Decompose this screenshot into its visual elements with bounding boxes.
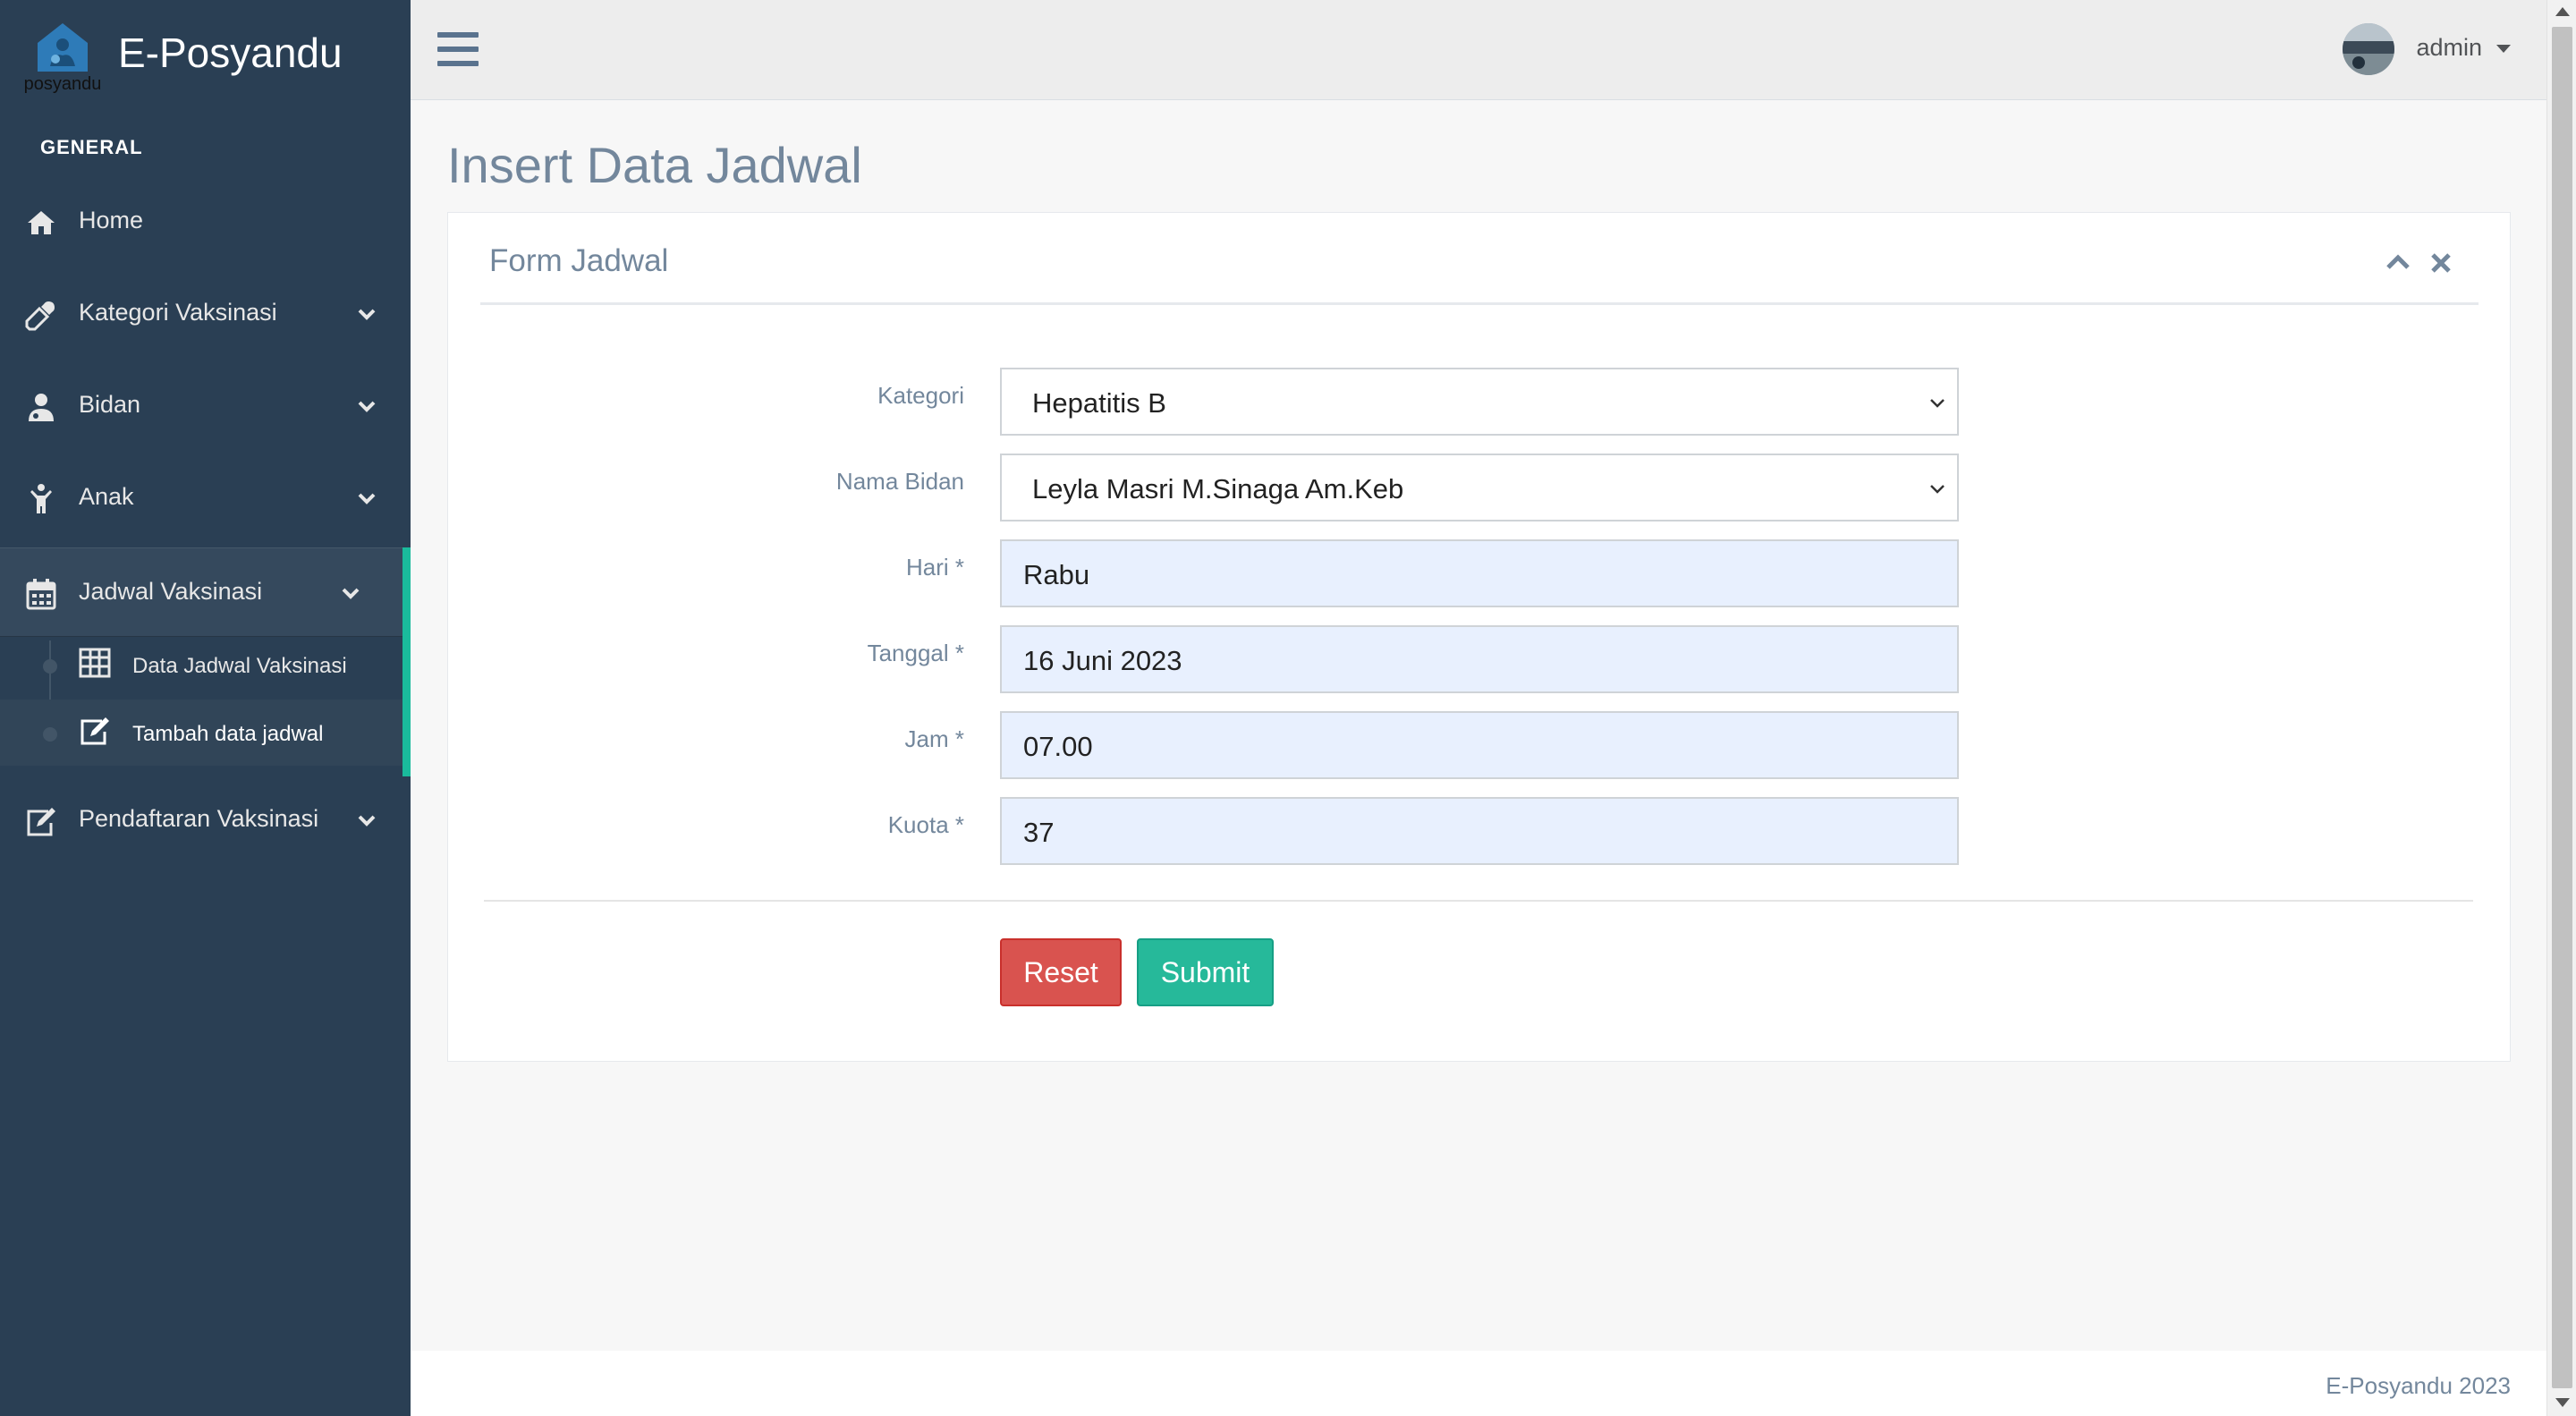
chevron-down-icon bbox=[358, 815, 376, 827]
eyedropper-icon bbox=[25, 301, 55, 331]
form-row-kuota: Kuota * 37 bbox=[448, 797, 2512, 865]
kategori-label: Kategori bbox=[877, 382, 964, 409]
tanggal-input[interactable]: 16 Juni 2023 bbox=[1000, 625, 1959, 693]
sidebar-item-jadwal-vaksinasi[interactable]: Jadwal Vaksinasi bbox=[0, 547, 411, 637]
edit-icon bbox=[80, 717, 109, 745]
hari-input-value: Rabu bbox=[1023, 559, 1090, 590]
sidebar-item-pendaftaran-vaksinasi[interactable]: Pendaftaran Vaksinasi bbox=[0, 775, 411, 864]
hari-input[interactable]: Rabu bbox=[1000, 539, 1959, 607]
brand-title[interactable]: E-Posyandu bbox=[118, 29, 343, 77]
submenu-item-data-jadwal-vaksinasi[interactable]: Data Jadwal Vaksinasi bbox=[0, 632, 402, 698]
chevron-down-icon bbox=[1930, 485, 1945, 494]
caret-down-icon bbox=[2496, 45, 2511, 53]
chevron-down-icon bbox=[358, 493, 376, 505]
kuota-input[interactable]: 37 bbox=[1000, 797, 1959, 865]
submenu-item-label: Tambah data jadwal bbox=[132, 722, 324, 746]
submit-button[interactable]: Submit bbox=[1137, 938, 1274, 1006]
nama-bidan-selected-value: Leyla Masri M.Sinaga Am.Keb bbox=[1032, 473, 1404, 505]
form-row-hari: Hari * Rabu bbox=[448, 539, 2512, 607]
sidebar-item-kategori-vaksinasi[interactable]: Kategori Vaksinasi bbox=[0, 268, 411, 358]
form-row-tanggal: Tanggal * 16 Juni 2023 bbox=[448, 625, 2512, 693]
submenu-jadwal-vaksinasi: Data Jadwal Vaksinasi Tambah data jadwal bbox=[0, 632, 411, 776]
sidebar: posyandu E-Posyandu GENERAL Home Kategor… bbox=[0, 0, 411, 1416]
chevron-down-icon bbox=[358, 309, 376, 320]
menu-toggle-icon[interactable] bbox=[437, 30, 479, 68]
page-title: Insert Data Jadwal bbox=[447, 137, 862, 193]
top-navbar: admin bbox=[411, 0, 2546, 100]
kuota-input-value: 37 bbox=[1023, 817, 1055, 848]
posyandu-logo: posyandu bbox=[24, 23, 102, 94]
avatar[interactable] bbox=[2343, 23, 2394, 75]
panel-title: Form Jadwal bbox=[489, 243, 669, 278]
sidebar-item-label: Bidan bbox=[79, 391, 141, 418]
close-icon[interactable] bbox=[2429, 249, 2453, 276]
user-name[interactable]: admin bbox=[2416, 34, 2482, 62]
form-divider bbox=[484, 900, 2473, 902]
submenu-dot bbox=[43, 659, 57, 674]
sidebar-item-bidan[interactable]: Bidan bbox=[0, 360, 411, 450]
scroll-down-arrow-icon[interactable] bbox=[2555, 1398, 2570, 1407]
child-icon bbox=[30, 484, 52, 513]
scroll-up-arrow-icon[interactable] bbox=[2555, 7, 2570, 16]
sidebar-item-label: Kategori Vaksinasi bbox=[79, 299, 277, 326]
hari-label: Hari * bbox=[905, 554, 964, 581]
kuota-label: Kuota * bbox=[887, 811, 964, 838]
sidebar-section-title: GENERAL bbox=[40, 136, 143, 158]
submenu-item-tambah-data-jadwal[interactable]: Tambah data jadwal bbox=[0, 700, 402, 766]
jam-input-value: 07.00 bbox=[1023, 731, 1093, 762]
nama-bidan-select[interactable]: Leyla Masri M.Sinaga Am.Keb bbox=[1000, 454, 1959, 521]
form-row-jam: Jam * 07.00 bbox=[448, 711, 2512, 779]
kategori-selected-value: Hepatitis B bbox=[1032, 387, 1166, 419]
logo-text: posyandu bbox=[24, 74, 102, 94]
chevron-down-icon bbox=[342, 588, 360, 599]
form-panel: Form Jadwal Kategori Hepatitis B Nama Bi… bbox=[447, 212, 2511, 1062]
chevron-down-icon bbox=[358, 401, 376, 412]
sidebar-item-anak[interactable]: Anak bbox=[0, 453, 411, 542]
form-row-nama-bidan: Nama Bidan Leyla Masri M.Sinaga Am.Keb bbox=[448, 454, 2512, 521]
sidebar-item-label: Jadwal Vaksinasi bbox=[79, 578, 263, 605]
submenu-item-label: Data Jadwal Vaksinasi bbox=[132, 654, 347, 678]
user-menu[interactable]: admin bbox=[2332, 21, 2511, 79]
sidebar-item-home[interactable]: Home bbox=[0, 176, 411, 266]
vertical-scrollbar[interactable] bbox=[2546, 0, 2576, 1416]
footer-text: E-Posyandu 2023 bbox=[2326, 1372, 2511, 1399]
jam-label: Jam * bbox=[904, 725, 964, 752]
chevron-up-icon[interactable] bbox=[2385, 249, 2411, 276]
chevron-down-icon bbox=[1930, 399, 1945, 408]
submenu-dot bbox=[43, 727, 57, 742]
nama-bidan-label: Nama Bidan bbox=[835, 468, 964, 495]
user-md-icon bbox=[29, 394, 54, 421]
panel-toolbox bbox=[2385, 249, 2465, 276]
tanggal-input-value: 16 Juni 2023 bbox=[1023, 645, 1182, 676]
scrollbar-thumb[interactable] bbox=[2552, 27, 2572, 1388]
edit-icon bbox=[27, 808, 55, 836]
home-icon bbox=[28, 211, 55, 234]
sidebar-item-label: Pendaftaran Vaksinasi bbox=[79, 805, 319, 832]
reset-button[interactable]: Reset bbox=[1000, 938, 1122, 1006]
sidebar-item-label: Home bbox=[79, 207, 144, 233]
panel-divider bbox=[480, 302, 2479, 305]
footer: E-Posyandu 2023 bbox=[411, 1351, 2546, 1416]
kategori-select[interactable]: Hepatitis B bbox=[1000, 368, 1959, 436]
brand[interactable]: posyandu E-Posyandu bbox=[0, 0, 411, 107]
jam-input[interactable]: 07.00 bbox=[1000, 711, 1959, 779]
form-row-kategori: Kategori Hepatitis B bbox=[448, 368, 2512, 436]
tanggal-label: Tanggal * bbox=[867, 640, 964, 666]
table-icon bbox=[79, 648, 111, 678]
sidebar-item-label: Anak bbox=[79, 483, 134, 510]
calendar-icon bbox=[26, 579, 56, 610]
